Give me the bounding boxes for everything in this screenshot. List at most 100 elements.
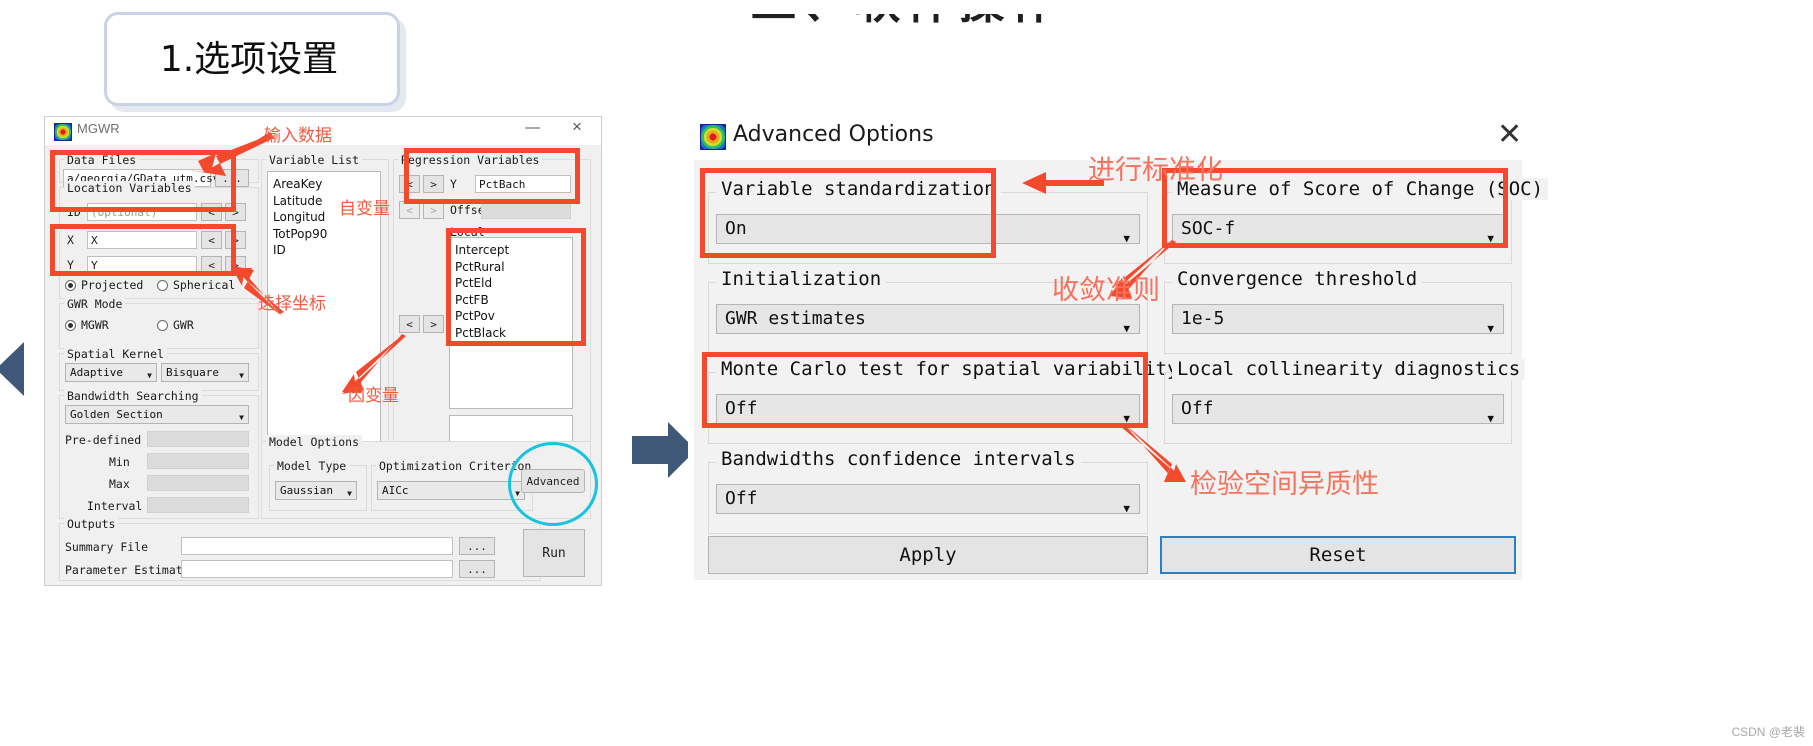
minimize-icon[interactable]: — (525, 119, 540, 136)
interval-label: Interval (87, 499, 143, 513)
pre-defined-label: Pre-defined (65, 433, 142, 447)
regression-offset-field[interactable] (481, 201, 571, 219)
radio-gwr[interactable] (157, 320, 168, 331)
list-item[interactable]: PctBlack (450, 325, 572, 342)
list-item[interactable]: AreaKey (268, 176, 380, 193)
regression-y-field[interactable]: PctBach (475, 175, 571, 193)
interval-input[interactable] (147, 497, 249, 513)
slide-left-arrow-icon (0, 340, 28, 403)
summary-file-label: Summary File (65, 540, 149, 554)
reset-button[interactable]: Reset (1160, 536, 1516, 574)
radio-projected[interactable] (65, 280, 76, 291)
x-field[interactable]: X (87, 231, 197, 249)
local-collinearity-select[interactable]: Off ▼ (1172, 394, 1504, 425)
arrow-input-data-icon (186, 128, 276, 185)
arrow-spatial-heterogeneity-icon (1118, 420, 1188, 491)
chevron-down-icon: ▼ (1123, 322, 1130, 335)
chevron-down-icon: ▼ (147, 371, 152, 380)
summary-file-browse-button[interactable]: ... (459, 537, 495, 555)
local-collinearity-value: Off (1181, 398, 1214, 419)
max-label: Max (109, 477, 130, 491)
bandwidths-ci-value: Off (725, 488, 758, 509)
bandwidth-method-value: Golden Section (70, 408, 163, 421)
convergence-threshold-select[interactable]: 1e-5 ▼ (1172, 304, 1504, 335)
annotation-spatial-heterogeneity: 检验空间异质性 (1190, 469, 1379, 500)
soc-select[interactable]: SOC-f ▼ (1172, 214, 1504, 245)
close-icon[interactable]: ✕ (1497, 120, 1522, 150)
id-field[interactable]: (optional) (87, 203, 197, 221)
mgwr-window: MGWR — × Data Files a/georgia/GData_utm.… (44, 116, 602, 586)
kernel-type-select[interactable]: Adaptive ▼ (65, 363, 157, 382)
soc-caption: Measure of Score of Change (SOC) (1172, 178, 1549, 200)
close-icon[interactable]: × (572, 117, 582, 137)
id-next-button[interactable]: > (225, 203, 246, 221)
step-badge-label: 1.选项设置 (159, 39, 339, 80)
radio-gwr-label: GWR (173, 318, 194, 332)
regression-y-prev-button[interactable]: < (399, 175, 420, 193)
radio-spherical[interactable] (157, 280, 168, 291)
loc-row-label-y: Y (67, 258, 74, 272)
y-field[interactable]: Y (87, 256, 197, 274)
kernel-type-value: Adaptive (70, 366, 123, 379)
initialization-select[interactable]: GWR estimates ▼ (716, 304, 1140, 335)
bandwidths-ci-select[interactable]: Off ▼ (716, 484, 1140, 515)
parameter-estimates-browse-button[interactable]: ... (459, 560, 495, 578)
x-prev-button[interactable]: < (201, 231, 222, 249)
list-item[interactable]: PctFB (450, 292, 572, 309)
loc-row-label-id: ID (67, 205, 81, 219)
annotation-standardize: 进行标准化 (1088, 155, 1223, 186)
chevron-down-icon: ▼ (1487, 412, 1494, 425)
mgwr-logo-icon (54, 123, 72, 141)
model-type-select[interactable]: Gaussian ▼ (275, 481, 357, 500)
regression-local-next-button[interactable]: > (423, 315, 444, 333)
convergence-threshold-caption: Convergence threshold (1172, 268, 1423, 290)
chevron-down-icon: ▼ (239, 413, 244, 422)
initialization-value: GWR estimates (725, 308, 866, 329)
variable-standardization-caption: Variable standardization (716, 178, 1001, 200)
min-label: Min (109, 455, 130, 469)
bandwidth-method-select[interactable]: Golden Section ▼ (65, 405, 249, 424)
mgwr-window-title: MGWR (77, 121, 120, 136)
list-item[interactable]: PctRural (450, 259, 572, 276)
radio-mgwr[interactable] (65, 320, 76, 331)
optimization-criterion-value: AICc (382, 484, 409, 497)
advanced-options-title: Advanced Options (733, 122, 934, 147)
list-item[interactable]: ID (268, 242, 380, 259)
regression-y-next-button[interactable]: > (423, 175, 444, 193)
apply-button[interactable]: Apply (708, 536, 1148, 574)
location-variables-caption: Location Variables (64, 181, 195, 195)
y-prev-button[interactable]: < (201, 256, 222, 274)
regression-offset-prev-button[interactable]: < (399, 201, 420, 219)
gwr-mode-caption: GWR Mode (64, 297, 126, 311)
kernel-function-value: Bisquare (166, 366, 219, 379)
run-button[interactable]: Run (523, 529, 585, 577)
bandwidth-searching-caption: Bandwidth Searching (64, 389, 202, 403)
chevron-down-icon: ▼ (1487, 322, 1494, 335)
regression-y-label: Y (450, 177, 457, 191)
list-item[interactable]: PctEld (450, 275, 572, 292)
variable-list-caption: Variable List (266, 153, 363, 167)
variable-standardization-select[interactable]: On ▼ (716, 214, 1140, 245)
model-type-value: Gaussian (280, 484, 333, 497)
monte-carlo-select[interactable]: Off ▼ (716, 394, 1140, 425)
summary-file-input[interactable] (181, 537, 453, 555)
convergence-threshold-value: 1e-5 (1181, 308, 1225, 329)
monte-carlo-caption: Monte Carlo test for spatial variability (716, 358, 1184, 380)
regression-local-listbox[interactable]: Intercept PctRural PctEld PctFB PctPov P… (449, 237, 573, 409)
max-input[interactable] (147, 475, 249, 491)
variable-standardization-value: On (725, 218, 747, 239)
list-item[interactable]: Intercept (450, 242, 572, 259)
id-prev-button[interactable]: < (201, 203, 222, 221)
loc-row-label-x: X (67, 233, 74, 247)
list-item[interactable]: TotPop90 (268, 226, 380, 243)
regression-offset-next-button[interactable]: > (423, 201, 444, 219)
min-input[interactable] (147, 453, 249, 469)
list-item[interactable]: PctPov (450, 308, 572, 325)
pre-defined-input[interactable] (147, 431, 249, 447)
parameter-estimates-input[interactable] (181, 560, 453, 578)
optimization-criterion-select[interactable]: AICc ▼ (377, 481, 525, 500)
advanced-button-highlight (508, 442, 598, 526)
kernel-function-select[interactable]: Bisquare ▼ (161, 363, 249, 382)
x-next-button[interactable]: > (225, 231, 246, 249)
annotation-select-coords: 选择坐标 (258, 294, 326, 314)
